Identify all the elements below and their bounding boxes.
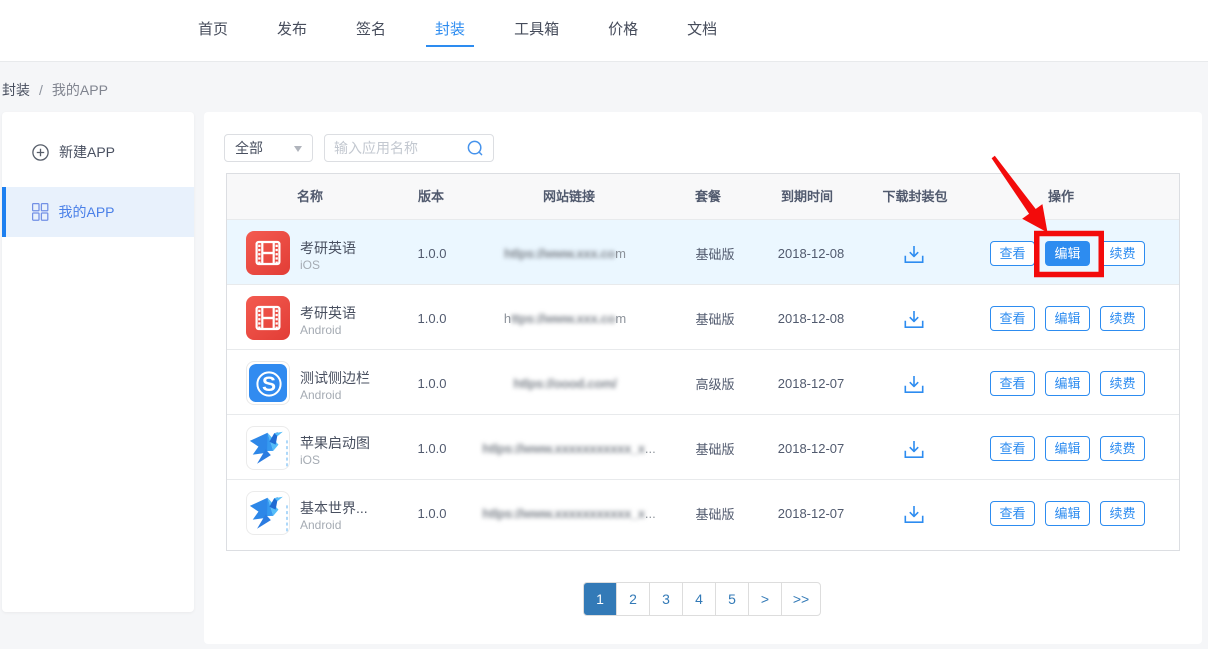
svg-text:S: S (262, 373, 276, 396)
